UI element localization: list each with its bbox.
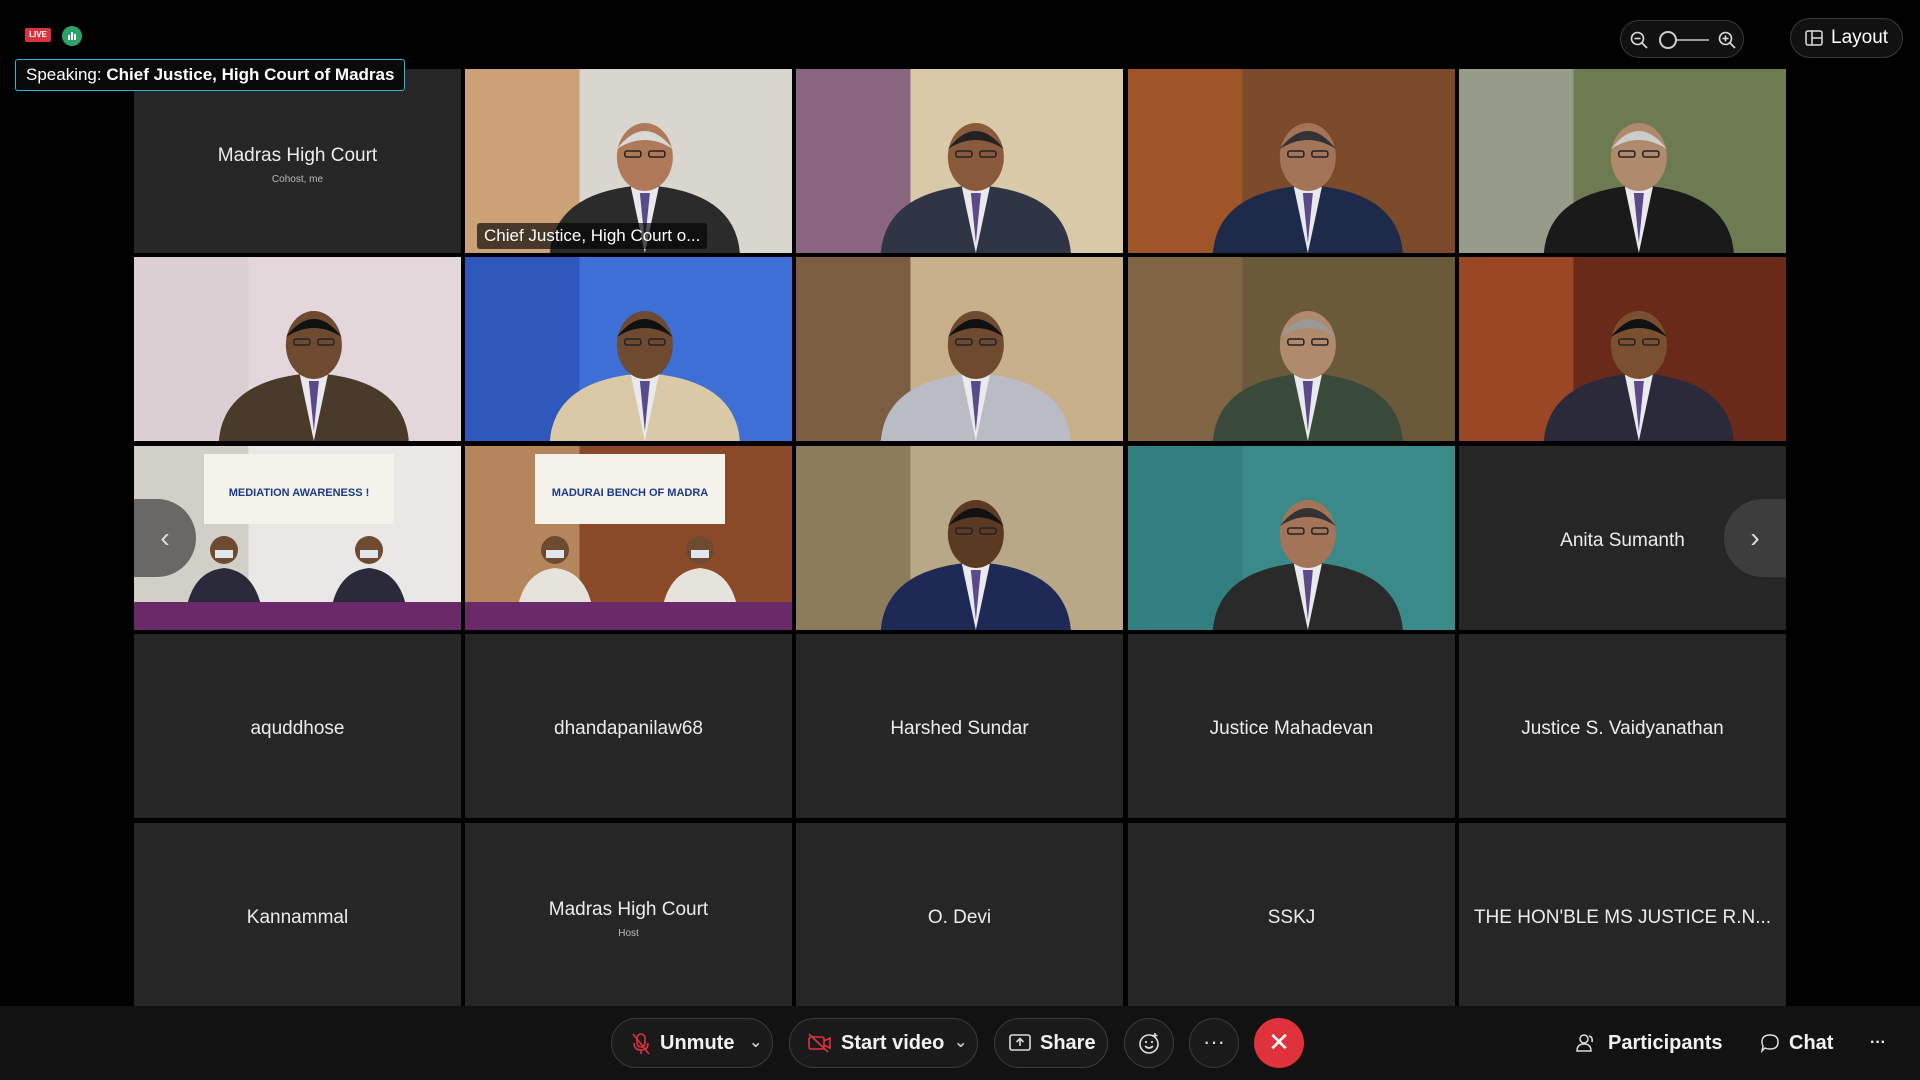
participant-video-feed [1128, 257, 1455, 441]
participant-name: SSKJ [1267, 907, 1316, 928]
end-call-button[interactable]: ✕ [1254, 1018, 1304, 1068]
video-tile[interactable] [1128, 446, 1455, 630]
participant-name: O. Devi [927, 907, 992, 928]
overflow-menu-button[interactable]: ··· [1870, 1018, 1886, 1068]
video-tile[interactable] [465, 257, 792, 441]
participant-tile[interactable]: O. Devi [796, 823, 1123, 1007]
start-video-label: Start video [841, 1032, 945, 1054]
participants-button[interactable]: Participants [1576, 1018, 1722, 1068]
participant-name: Kannammal [246, 907, 349, 928]
video-tile[interactable] [796, 446, 1123, 630]
speaking-name: Chief Justice, High Court of Madras [106, 65, 395, 84]
video-tile[interactable] [134, 257, 461, 441]
meeting-controls-bar: Unmute ⌄ Start video ⌄ Share ··· ✕ Parti… [0, 1006, 1920, 1080]
layout-grid-icon [1805, 30, 1823, 46]
zoom-out-icon[interactable] [1629, 30, 1649, 50]
participant-video-feed [465, 257, 792, 441]
participant-video-feed [1459, 257, 1786, 441]
zoom-in-icon[interactable] [1717, 30, 1737, 50]
chat-bubble-icon [1760, 1034, 1779, 1053]
participant-video-feed: MADURAI BENCH OF MADRA [465, 446, 792, 630]
participant-video-feed [796, 446, 1123, 630]
video-tile[interactable] [796, 69, 1123, 253]
zoom-control [1620, 20, 1744, 58]
participant-tile[interactable]: Madras High Court Host [465, 823, 792, 1007]
chat-label: Chat [1789, 1032, 1834, 1054]
more-options-button[interactable]: ··· [1189, 1018, 1239, 1068]
video-tile[interactable] [1459, 257, 1786, 441]
participant-tile[interactable]: Kannammal [134, 823, 461, 1007]
participant-video-feed [134, 257, 461, 441]
reaction-smiley-icon [1139, 1033, 1159, 1054]
participant-tile[interactable]: Madras High Court Cohost, me [134, 69, 461, 253]
participant-tile[interactable]: Justice S. Vaidyanathan [1459, 634, 1786, 818]
participant-video-feed [1128, 69, 1455, 253]
video-tile[interactable]: MADURAI BENCH OF MADRA [465, 446, 792, 630]
participant-name: Madras High Court [548, 899, 709, 920]
participant-name: THE HON'BLE MS JUSTICE R.N... [1473, 907, 1772, 928]
live-badge: LIVE [25, 28, 51, 42]
participants-icon [1576, 1034, 1593, 1052]
participant-tile[interactable]: aquddhose [134, 634, 461, 818]
zoom-slider-knob[interactable] [1659, 31, 1677, 49]
chevron-down-icon[interactable]: ⌄ [954, 1019, 967, 1067]
video-off-icon [808, 1033, 831, 1053]
participant-name: Harshed Sundar [890, 718, 1029, 739]
share-label: Share [1040, 1032, 1096, 1054]
chat-button[interactable]: Chat [1760, 1018, 1833, 1068]
participant-tile[interactable]: Justice Mahadevan [1128, 634, 1455, 818]
share-screen-icon [1009, 1034, 1031, 1051]
participant-role: Cohost, me [271, 174, 324, 185]
reactions-button[interactable] [1124, 1018, 1174, 1068]
chevron-down-icon[interactable]: ⌄ [749, 1019, 762, 1067]
start-video-button[interactable]: Start video ⌄ [789, 1018, 978, 1068]
participants-label: Participants [1608, 1032, 1723, 1054]
participant-video-feed [796, 69, 1123, 253]
video-tile[interactable] [796, 257, 1123, 441]
share-button[interactable]: Share [994, 1018, 1108, 1068]
layout-button[interactable]: Layout [1790, 18, 1903, 58]
participant-name: Justice Mahadevan [1209, 718, 1374, 739]
participant-tile[interactable]: THE HON'BLE MS JUSTICE R.N... [1459, 823, 1786, 1007]
unmute-button[interactable]: Unmute ⌄ [611, 1018, 773, 1068]
banner-text: MEDIATION AWARENESS ! [229, 487, 370, 499]
participant-name: dhandapanilaw68 [554, 718, 703, 739]
layout-label: Layout [1831, 27, 1889, 48]
video-tile[interactable]: Chief Justice, High Court o... [465, 69, 792, 253]
video-tile[interactable] [1128, 69, 1455, 253]
participant-name: Madras High Court [217, 145, 378, 166]
participant-name: Justice S. Vaidyanathan [1521, 718, 1724, 739]
unmute-label: Unmute [660, 1032, 735, 1054]
participant-video-feed [796, 257, 1123, 441]
participant-role: Host [618, 928, 639, 939]
participant-tile[interactable]: SSKJ [1128, 823, 1455, 1007]
video-tile[interactable] [1128, 257, 1455, 441]
close-icon: ✕ [1268, 1027, 1290, 1057]
network-stats-icon[interactable] [62, 26, 82, 46]
participant-video-feed [1459, 69, 1786, 253]
banner-text: MADURAI BENCH OF MADRA [552, 487, 708, 499]
participant-tile[interactable]: Harshed Sundar [796, 634, 1123, 818]
participant-tile[interactable]: dhandapanilaw68 [465, 634, 792, 818]
participant-name: aquddhose [250, 718, 345, 739]
active-speaker-indicator: Speaking: Chief Justice, High Court of M… [15, 59, 406, 91]
participant-video-feed [1128, 446, 1455, 630]
video-tile[interactable] [1459, 69, 1786, 253]
tile-name-overlay: Chief Justice, High Court o... [477, 223, 708, 249]
muted-microphone-icon [632, 1033, 650, 1055]
speaking-label: Speaking: [26, 65, 102, 84]
